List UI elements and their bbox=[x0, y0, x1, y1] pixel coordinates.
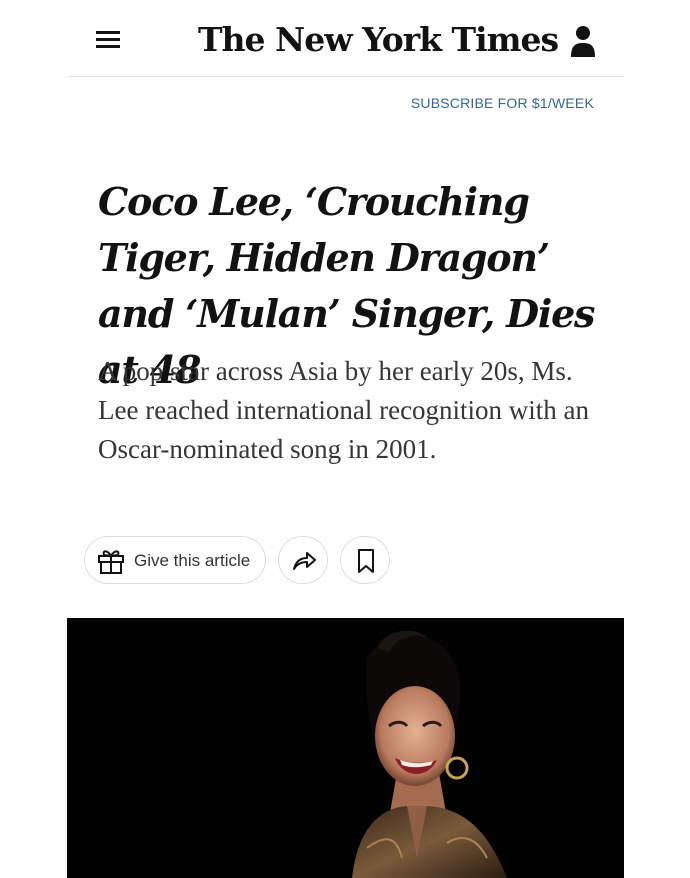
menu-button[interactable] bbox=[96, 31, 120, 51]
site-header: The New York Times bbox=[68, 0, 624, 77]
bookmark-icon bbox=[358, 549, 374, 573]
give-article-button[interactable]: Give this article bbox=[84, 536, 266, 584]
article-photo bbox=[67, 618, 624, 878]
article-summary: A pop star across Asia by her early 20s,… bbox=[98, 356, 590, 464]
hamburger-menu-icon bbox=[96, 31, 120, 34]
give-article-label: Give this article bbox=[134, 551, 251, 570]
gift-icon bbox=[98, 550, 124, 574]
hamburger-menu-icon-bar bbox=[96, 45, 120, 48]
share-icon bbox=[293, 552, 316, 570]
account-button[interactable] bbox=[568, 24, 598, 58]
user-account-icon bbox=[571, 26, 595, 57]
save-button[interactable] bbox=[340, 536, 390, 584]
subscribe-link[interactable]: SUBSCRIBE FOR $1/WEEK bbox=[411, 95, 594, 111]
hamburger-menu-icon-bar bbox=[96, 38, 120, 41]
share-button[interactable] bbox=[278, 536, 328, 584]
masthead-logo[interactable]: The New York Times bbox=[198, 18, 559, 62]
singer-portrait-image bbox=[352, 630, 507, 878]
